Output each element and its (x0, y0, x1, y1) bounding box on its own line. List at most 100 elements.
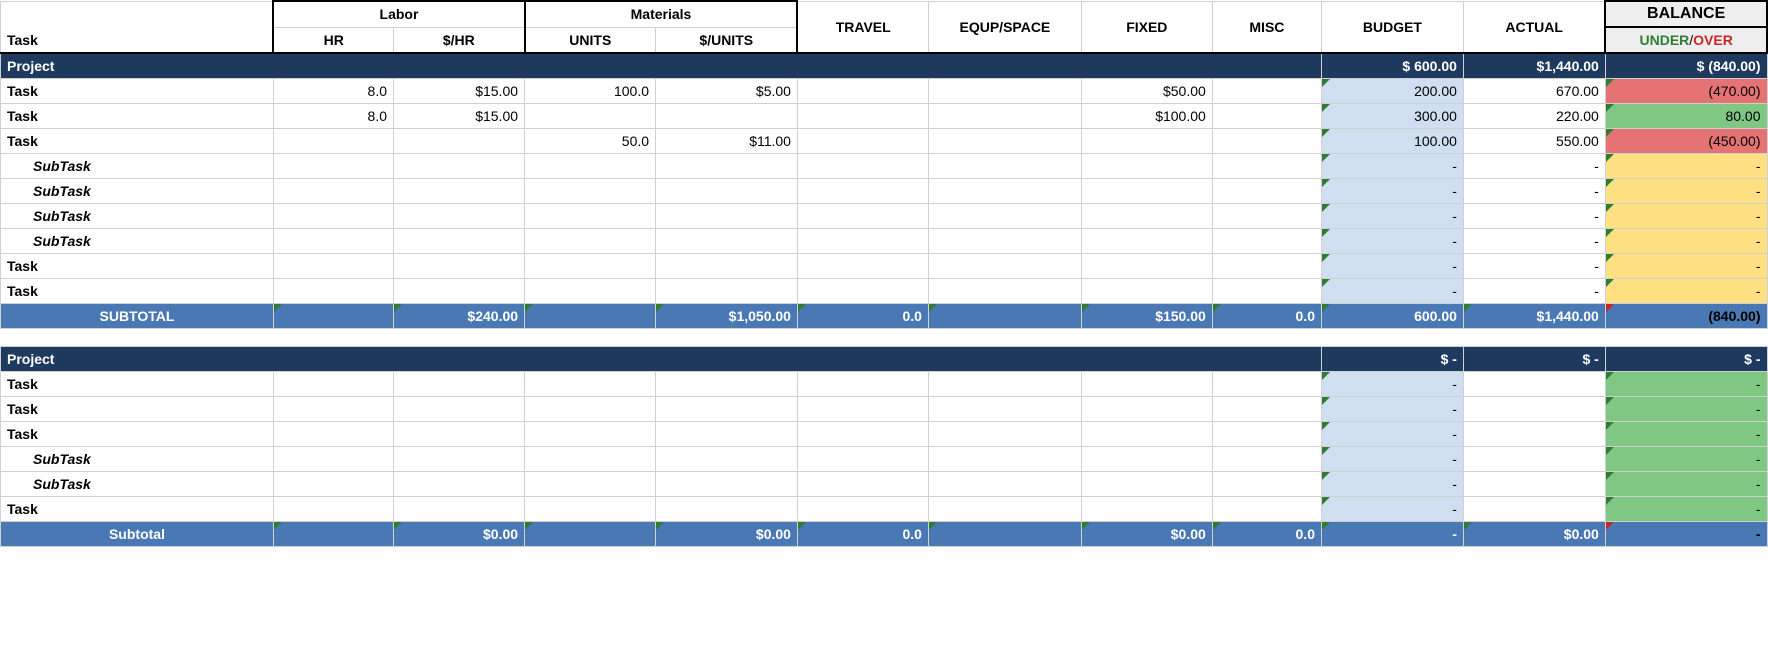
cell-perhr[interactable] (394, 422, 525, 447)
cell-units[interactable] (525, 204, 656, 229)
cell-perhr[interactable] (394, 179, 525, 204)
cell-perhr[interactable] (394, 129, 525, 154)
row-label[interactable]: Task (1, 397, 274, 422)
cell-equip[interactable] (928, 397, 1081, 422)
cell-fixed[interactable] (1081, 472, 1212, 497)
cell-travel[interactable] (797, 179, 928, 204)
cell-fixed[interactable]: $50.00 (1081, 79, 1212, 104)
cell-equip[interactable] (928, 372, 1081, 397)
cell-units[interactable] (525, 254, 656, 279)
cell-equip[interactable] (928, 204, 1081, 229)
cell-misc[interactable] (1212, 104, 1321, 129)
cell-perunit[interactable] (656, 397, 798, 422)
row-label[interactable]: SubTask (1, 204, 274, 229)
cell-hr[interactable] (273, 204, 393, 229)
cell-perhr[interactable]: $15.00 (394, 79, 525, 104)
cell-equip[interactable] (928, 497, 1081, 522)
cell-hr[interactable] (273, 254, 393, 279)
cell-equip[interactable] (928, 422, 1081, 447)
cell-perunit[interactable] (656, 204, 798, 229)
row-label[interactable]: Task (1, 422, 274, 447)
cell-units[interactable] (525, 422, 656, 447)
cell-travel[interactable] (797, 472, 928, 497)
cell-misc[interactable] (1212, 229, 1321, 254)
row-label[interactable]: SubTask (1, 179, 274, 204)
cell-perunit[interactable] (656, 422, 798, 447)
cell-units[interactable] (525, 279, 656, 304)
cell-equip[interactable] (928, 254, 1081, 279)
cell-perunit[interactable] (656, 372, 798, 397)
cell-units[interactable]: 50.0 (525, 129, 656, 154)
cell-hr[interactable] (273, 129, 393, 154)
cell-perunit[interactable]: $5.00 (656, 79, 798, 104)
row-label[interactable]: SubTask (1, 154, 274, 179)
cell-equip[interactable] (928, 154, 1081, 179)
cell-perhr[interactable]: $15.00 (394, 104, 525, 129)
cell-equip[interactable] (928, 472, 1081, 497)
cell-hr[interactable] (273, 472, 393, 497)
cell-perhr[interactable] (394, 154, 525, 179)
cell-hr[interactable] (273, 154, 393, 179)
cell-misc[interactable] (1212, 397, 1321, 422)
cell-perhr[interactable] (394, 254, 525, 279)
cell-misc[interactable] (1212, 422, 1321, 447)
cell-misc[interactable] (1212, 79, 1321, 104)
cell-travel[interactable] (797, 104, 928, 129)
cell-misc[interactable] (1212, 279, 1321, 304)
cell-hr[interactable] (273, 179, 393, 204)
cell-perhr[interactable] (394, 497, 525, 522)
project-title[interactable]: Project (1, 347, 1322, 372)
cell-perunit[interactable] (656, 472, 798, 497)
cell-hr[interactable] (273, 372, 393, 397)
row-label[interactable]: Task (1, 104, 274, 129)
cell-travel[interactable] (797, 372, 928, 397)
cell-units[interactable] (525, 447, 656, 472)
cell-travel[interactable] (797, 422, 928, 447)
cell-fixed[interactable] (1081, 372, 1212, 397)
cell-perhr[interactable] (394, 397, 525, 422)
cell-hr[interactable] (273, 447, 393, 472)
cell-equip[interactable] (928, 447, 1081, 472)
cell-misc[interactable] (1212, 372, 1321, 397)
cell-fixed[interactable] (1081, 397, 1212, 422)
row-label[interactable]: Task (1, 497, 274, 522)
row-label[interactable]: SubTask (1, 472, 274, 497)
cell-perunit[interactable] (656, 254, 798, 279)
row-label[interactable]: Task (1, 129, 274, 154)
cell-travel[interactable] (797, 497, 928, 522)
cell-units[interactable] (525, 179, 656, 204)
cell-fixed[interactable] (1081, 229, 1212, 254)
cell-perhr[interactable] (394, 447, 525, 472)
cell-hr[interactable]: 8.0 (273, 79, 393, 104)
cell-equip[interactable] (928, 179, 1081, 204)
cell-perunit[interactable] (656, 447, 798, 472)
cell-hr[interactable] (273, 422, 393, 447)
cell-travel[interactable] (797, 154, 928, 179)
cell-units[interactable]: 100.0 (525, 79, 656, 104)
cell-fixed[interactable] (1081, 254, 1212, 279)
cell-fixed[interactable] (1081, 279, 1212, 304)
cell-misc[interactable] (1212, 254, 1321, 279)
cell-fixed[interactable] (1081, 129, 1212, 154)
cell-misc[interactable] (1212, 179, 1321, 204)
cell-units[interactable] (525, 472, 656, 497)
cell-misc[interactable] (1212, 497, 1321, 522)
row-label[interactable]: SubTask (1, 447, 274, 472)
cell-perhr[interactable] (394, 279, 525, 304)
row-label[interactable]: Task (1, 372, 274, 397)
cell-equip[interactable] (928, 104, 1081, 129)
cell-units[interactable] (525, 104, 656, 129)
cell-units[interactable] (525, 154, 656, 179)
cell-travel[interactable] (797, 129, 928, 154)
cell-fixed[interactable]: $100.00 (1081, 104, 1212, 129)
cell-perunit[interactable] (656, 179, 798, 204)
cell-hr[interactable]: 8.0 (273, 104, 393, 129)
cell-hr[interactable] (273, 397, 393, 422)
row-label[interactable]: Task (1, 254, 274, 279)
cell-perunit[interactable] (656, 229, 798, 254)
cell-perunit[interactable] (656, 279, 798, 304)
cell-perhr[interactable] (394, 472, 525, 497)
cell-fixed[interactable] (1081, 447, 1212, 472)
cell-fixed[interactable] (1081, 204, 1212, 229)
cell-hr[interactable] (273, 279, 393, 304)
